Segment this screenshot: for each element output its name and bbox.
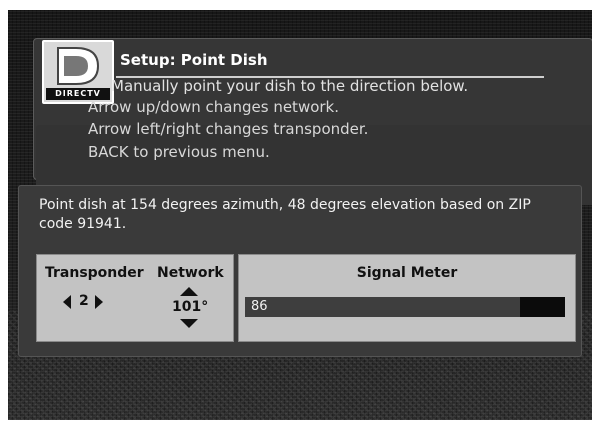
signal-meter-bar: 86 bbox=[245, 297, 565, 317]
instruction-line-4: BACK to previous menu. bbox=[88, 143, 270, 161]
signal-meter-fill bbox=[245, 297, 521, 317]
signal-meter-label: Signal Meter bbox=[356, 265, 458, 281]
transponder-left-arrow-icon[interactable] bbox=[63, 295, 71, 309]
transponder-value: 2 bbox=[79, 293, 89, 309]
instruction-line-2: Arrow up/down changes network. bbox=[88, 98, 340, 116]
tv-screen: DIRECTV Setup: Point Dish Manually point… bbox=[8, 10, 592, 420]
transponder-label: Transponder bbox=[45, 265, 144, 281]
signal-meter-value: 86 bbox=[251, 299, 268, 314]
network-value: 101° bbox=[172, 299, 209, 315]
signal-meter-box: Signal Meter 86 bbox=[238, 254, 576, 342]
transponder-right-arrow-icon[interactable] bbox=[95, 295, 103, 309]
network-down-arrow-icon[interactable] bbox=[180, 319, 198, 328]
network-label: Network bbox=[157, 265, 224, 281]
directv-logo-icon bbox=[57, 47, 100, 85]
azimuth-info-text: Point dish at 154 degrees azimuth, 48 de… bbox=[39, 197, 531, 232]
network-up-arrow-icon[interactable] bbox=[180, 287, 198, 296]
instruction-line-1: Manually point your dish to the directio… bbox=[111, 77, 469, 95]
transponder-network-box: Transponder Network 2 101° bbox=[36, 254, 234, 342]
page-title: Setup: Point Dish bbox=[120, 51, 268, 69]
instruction-line-3: Arrow left/right changes transponder. bbox=[88, 120, 369, 138]
point-dish-panel: Point dish at 154 degrees azimuth, 48 de… bbox=[18, 185, 582, 357]
directv-logo: DIRECTV bbox=[42, 40, 114, 104]
